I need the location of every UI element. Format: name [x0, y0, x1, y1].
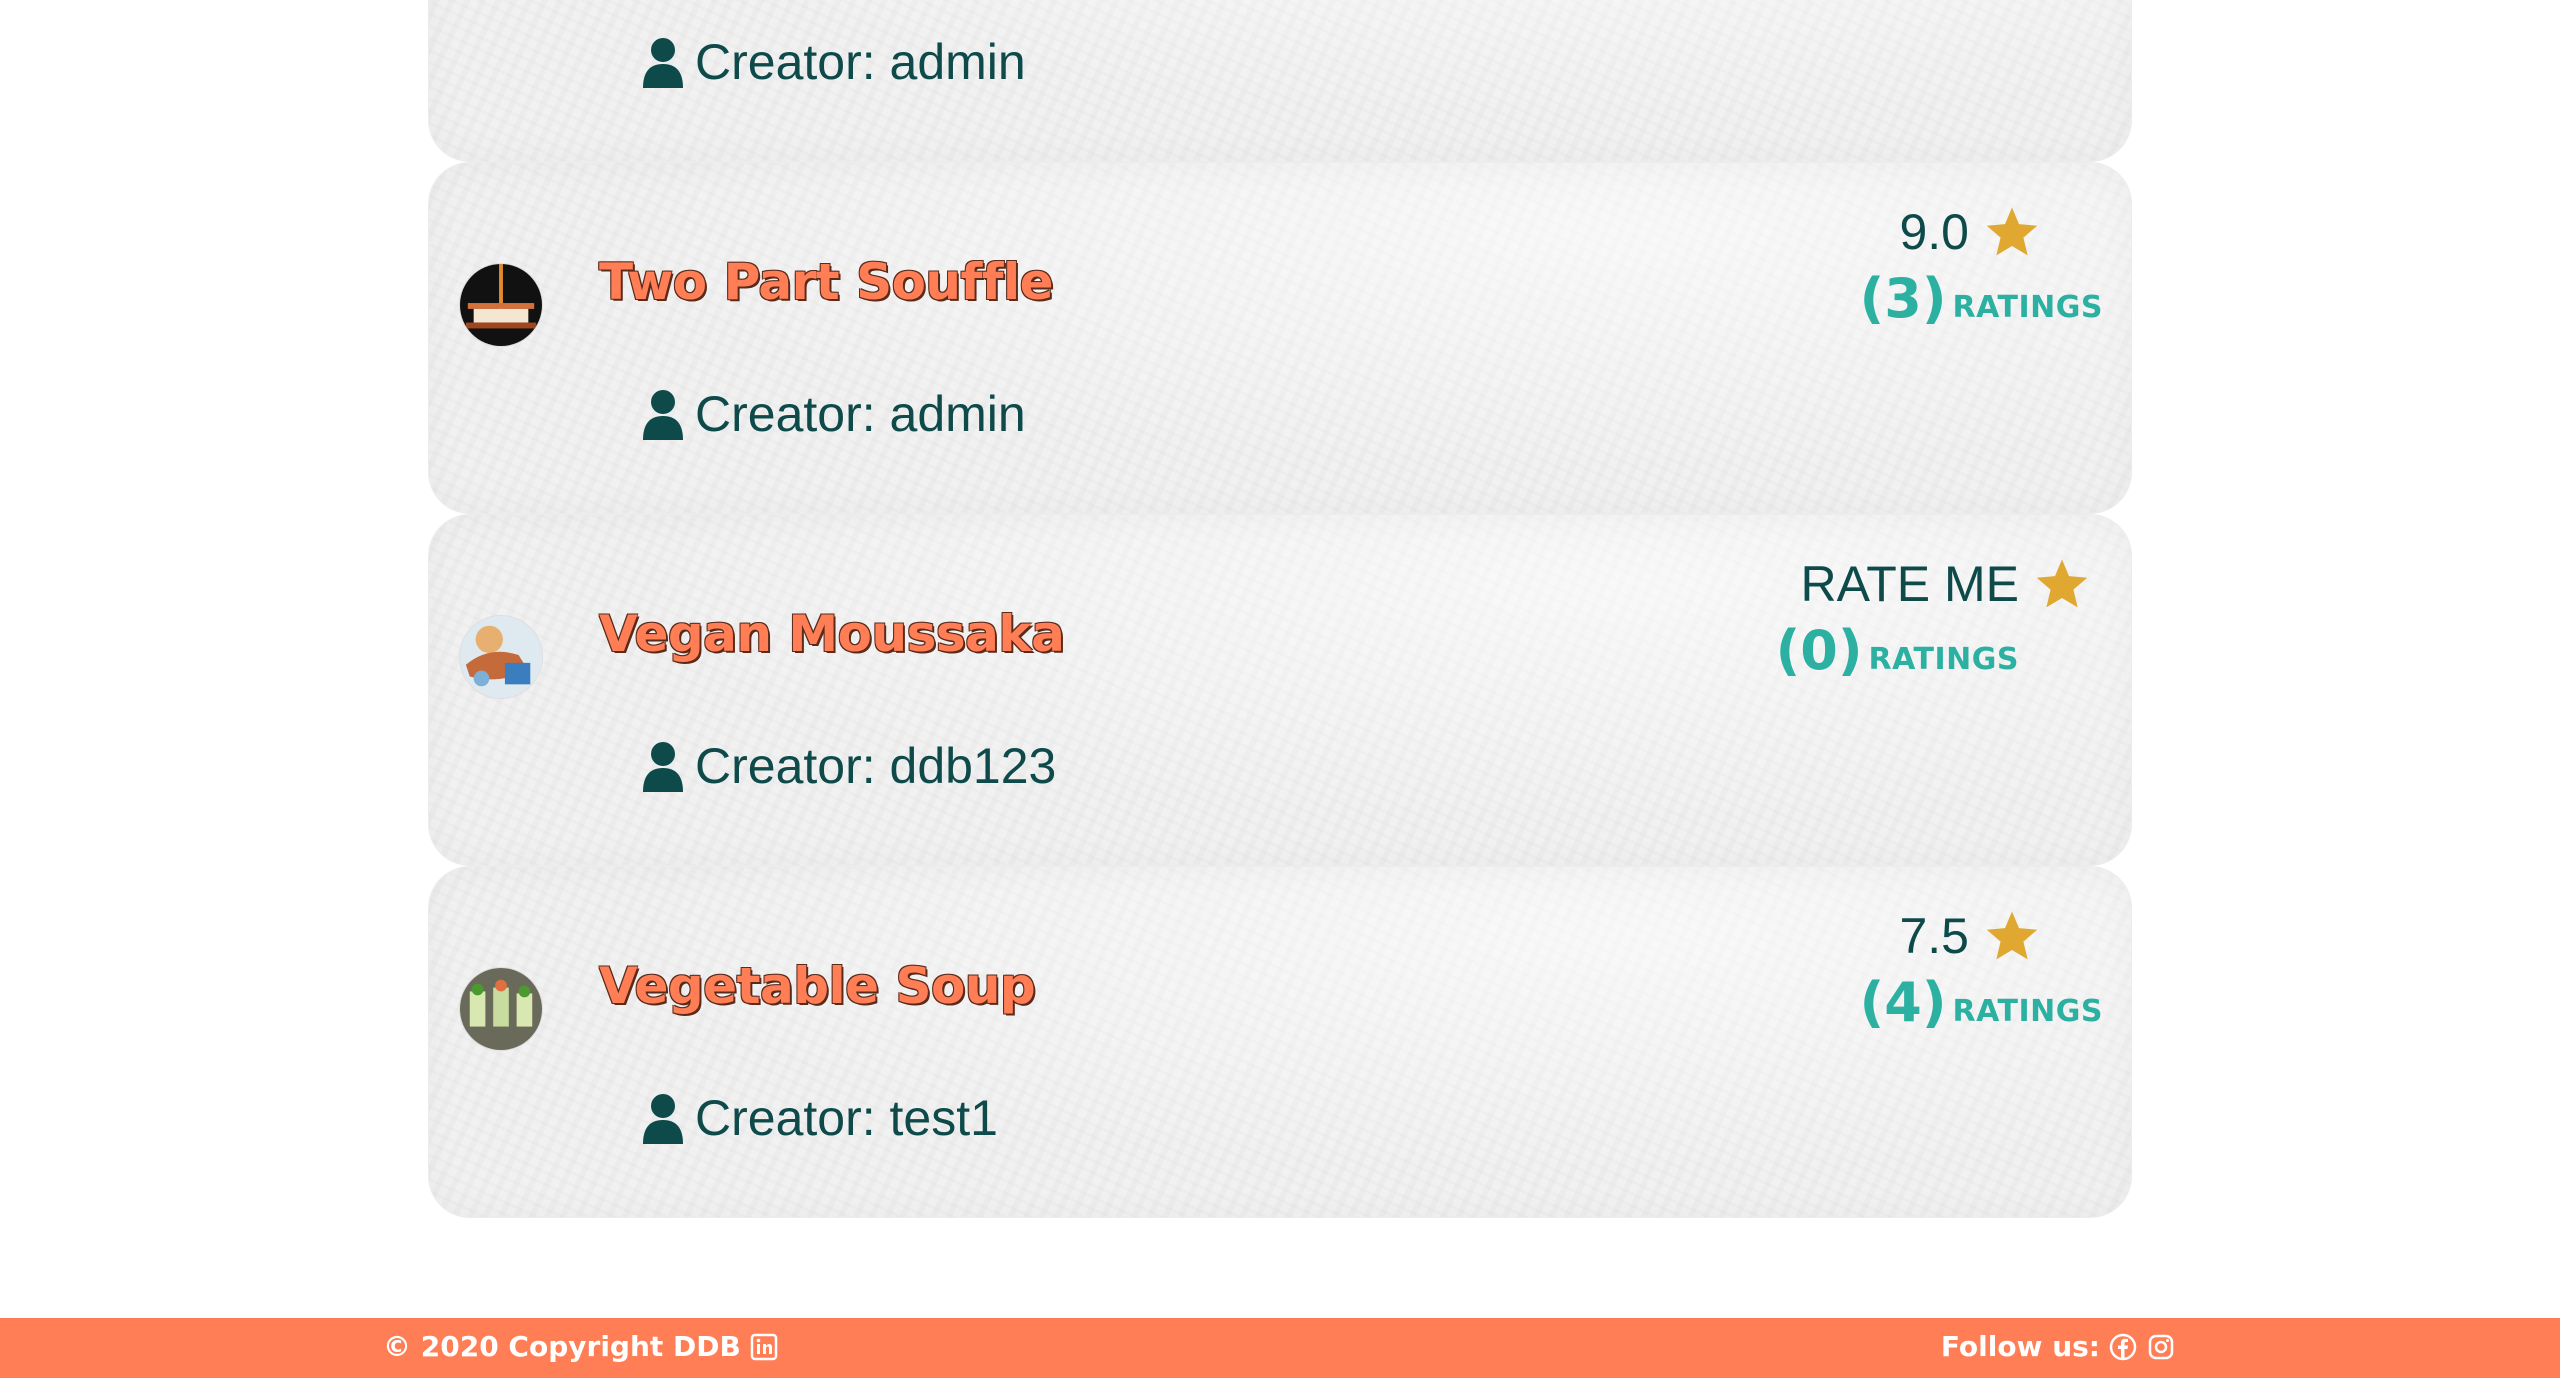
recipe-creator: Creator: admin [641, 385, 1026, 443]
rate-me-label[interactable]: RATE ME [1800, 555, 2019, 613]
rating-count-number: (0) [1775, 619, 1863, 682]
rating-count: (3) RATINGS [1860, 267, 2103, 330]
facebook-icon[interactable] [2108, 1332, 2138, 1362]
rating-count-label: RATINGS [1952, 994, 2103, 1029]
rating-score: 9.0 [1899, 204, 1969, 260]
rating-score: 7.5 [1899, 908, 1969, 964]
instagram-icon[interactable] [2146, 1332, 2176, 1362]
follow-us-label: Follow us: [1940, 1330, 2100, 1363]
rating-count: (4) RATINGS [1860, 971, 2103, 1034]
creator-label: Creator: admin [695, 34, 1026, 90]
rating-count-label: RATINGS [1868, 642, 2019, 677]
copyright-text: © 2020 Copyright DDB [383, 1330, 741, 1363]
recipe-creator: Creator: admin [641, 33, 1026, 91]
rating-block[interactable]: RATE ME (0) RATINGS [1776, 555, 2103, 682]
footer-social: Follow us: [1941, 1330, 2176, 1363]
recipe-card[interactable]: Vegetable Soup Creator: test1 7.5 (4) RAT… [428, 866, 2132, 1218]
rating-score-line: RATE ME [1776, 555, 2103, 613]
rating-count-number: (3) [1859, 267, 1947, 330]
rating-count-label: RATINGS [1952, 290, 2103, 325]
recipe-title[interactable]: Vegetable Soup [599, 957, 1036, 1015]
rating-score-line: 9.0 [1860, 203, 2103, 261]
recipe-thumbnail[interactable] [459, 967, 543, 1051]
recipe-card[interactable]: Two Part Souffle Creator: admin 9.0 (3) R… [428, 162, 2132, 514]
footer: © 2020 Copyright DDB Follow us: [0, 1318, 2560, 1378]
recipe-list: Creator: admin Two Part Souffle Creator:… [428, 0, 2132, 1218]
recipe-card[interactable]: Vegan Moussaka Creator: ddb123 RATE ME (… [428, 514, 2132, 866]
recipe-title[interactable]: Two Part Souffle [599, 253, 1054, 311]
user-icon [641, 36, 685, 88]
rating-block[interactable]: 9.0 (3) RATINGS [1860, 203, 2103, 330]
creator-label: Creator: admin [695, 386, 1026, 442]
recipe-creator: Creator: ddb123 [641, 737, 1056, 795]
star-icon[interactable] [2033, 556, 2091, 612]
user-icon [641, 740, 685, 792]
star-icon[interactable] [1983, 908, 2041, 964]
user-icon [641, 388, 685, 440]
recipe-creator: Creator: test1 [641, 1089, 998, 1147]
rating-count: (0) RATINGS [1776, 619, 2103, 682]
user-icon [641, 1092, 685, 1144]
creator-label: Creator: test1 [695, 1090, 998, 1146]
creator-label: Creator: ddb123 [695, 738, 1057, 794]
linkedin-icon[interactable] [749, 1332, 779, 1362]
rating-score-line: 7.5 [1860, 907, 2103, 965]
star-icon[interactable] [1983, 204, 2041, 260]
footer-copyright: © 2020 Copyright DDB [383, 1330, 779, 1363]
recipe-thumbnail[interactable] [459, 263, 543, 347]
recipe-thumbnail[interactable] [459, 615, 543, 699]
recipe-title[interactable]: Vegan Moussaka [599, 605, 1065, 663]
recipe-card[interactable]: Creator: admin [428, 0, 2132, 162]
rating-count-number: (4) [1859, 971, 1947, 1034]
rating-block[interactable]: 7.5 (4) RATINGS [1860, 907, 2103, 1034]
